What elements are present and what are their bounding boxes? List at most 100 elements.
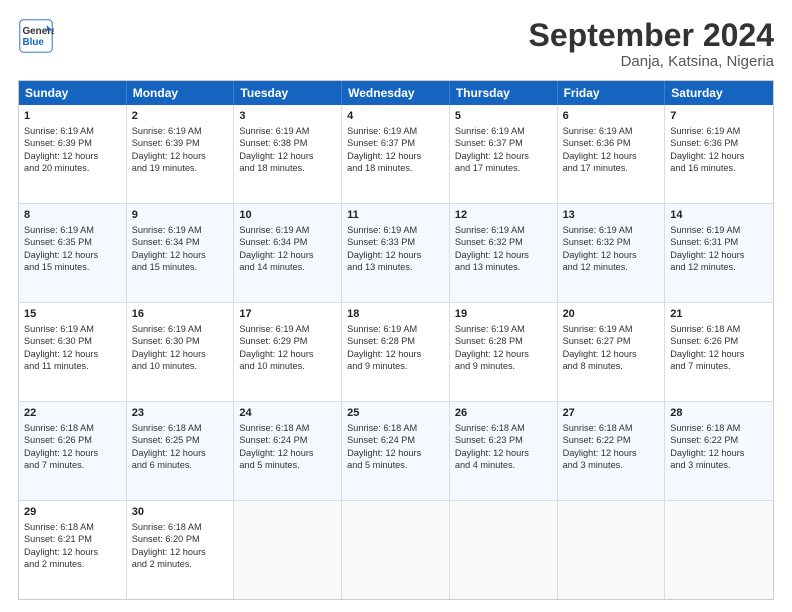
day-info-line: Sunset: 6:32 PM: [455, 236, 552, 248]
calendar-cell-6: 6Sunrise: 6:19 AMSunset: 6:36 PMDaylight…: [558, 105, 666, 203]
calendar-cell-24: 24Sunrise: 6:18 AMSunset: 6:24 PMDayligh…: [234, 402, 342, 500]
day-number: 20: [563, 307, 660, 322]
day-info-line: Sunrise: 6:18 AM: [24, 422, 121, 434]
day-info-line: Daylight: 12 hours: [239, 249, 336, 261]
day-info-line: and 12 minutes.: [670, 261, 768, 273]
day-info-line: Daylight: 12 hours: [455, 348, 552, 360]
day-info-line: Daylight: 12 hours: [347, 447, 444, 459]
day-info-line: and 9 minutes.: [455, 360, 552, 372]
day-info-line: Daylight: 12 hours: [132, 150, 229, 162]
calendar-row-2: 8Sunrise: 6:19 AMSunset: 6:35 PMDaylight…: [19, 204, 773, 303]
calendar-cell-16: 16Sunrise: 6:19 AMSunset: 6:30 PMDayligh…: [127, 303, 235, 401]
day-info-line: Sunrise: 6:19 AM: [347, 323, 444, 335]
day-number: 22: [24, 406, 121, 421]
day-info-line: Daylight: 12 hours: [132, 348, 229, 360]
day-info-line: Sunrise: 6:19 AM: [455, 125, 552, 137]
day-info-line: Sunset: 6:25 PM: [132, 434, 229, 446]
day-info-line: Daylight: 12 hours: [347, 249, 444, 261]
day-info-line: Sunrise: 6:19 AM: [24, 224, 121, 236]
day-info-line: Daylight: 12 hours: [24, 150, 121, 162]
calendar-cell-12: 12Sunrise: 6:19 AMSunset: 6:32 PMDayligh…: [450, 204, 558, 302]
day-info-line: and 13 minutes.: [455, 261, 552, 273]
day-info-line: Sunrise: 6:18 AM: [239, 422, 336, 434]
day-number: 25: [347, 406, 444, 421]
day-info-line: and 13 minutes.: [347, 261, 444, 273]
day-number: 2: [132, 109, 229, 124]
day-info-line: Sunset: 6:29 PM: [239, 335, 336, 347]
day-info-line: Sunrise: 6:18 AM: [670, 323, 768, 335]
day-header-monday: Monday: [127, 81, 235, 105]
day-info-line: and 10 minutes.: [239, 360, 336, 372]
day-info-line: and 18 minutes.: [347, 162, 444, 174]
day-header-saturday: Saturday: [665, 81, 773, 105]
calendar-cell-14: 14Sunrise: 6:19 AMSunset: 6:31 PMDayligh…: [665, 204, 773, 302]
day-info-line: and 2 minutes.: [132, 558, 229, 570]
day-number: 12: [455, 208, 552, 223]
day-number: 15: [24, 307, 121, 322]
day-info-line: Daylight: 12 hours: [24, 546, 121, 558]
day-info-line: Sunset: 6:35 PM: [24, 236, 121, 248]
day-number: 27: [563, 406, 660, 421]
header: General Blue September 2024 Danja, Katsi…: [18, 18, 774, 70]
calendar-cell-3: 3Sunrise: 6:19 AMSunset: 6:38 PMDaylight…: [234, 105, 342, 203]
day-info-line: and 11 minutes.: [24, 360, 121, 372]
day-number: 28: [670, 406, 768, 421]
day-info-line: Sunrise: 6:19 AM: [239, 125, 336, 137]
calendar-cell-23: 23Sunrise: 6:18 AMSunset: 6:25 PMDayligh…: [127, 402, 235, 500]
day-info-line: Sunrise: 6:19 AM: [563, 323, 660, 335]
day-info-line: Sunset: 6:31 PM: [670, 236, 768, 248]
day-info-line: and 5 minutes.: [239, 459, 336, 471]
day-info-line: Sunset: 6:28 PM: [347, 335, 444, 347]
calendar-body: 1Sunrise: 6:19 AMSunset: 6:39 PMDaylight…: [19, 105, 773, 599]
day-info-line: and 2 minutes.: [24, 558, 121, 570]
day-info-line: and 6 minutes.: [132, 459, 229, 471]
day-info-line: Daylight: 12 hours: [563, 348, 660, 360]
day-info-line: and 20 minutes.: [24, 162, 121, 174]
day-info-line: and 14 minutes.: [239, 261, 336, 273]
calendar: SundayMondayTuesdayWednesdayThursdayFrid…: [18, 80, 774, 600]
day-number: 30: [132, 505, 229, 520]
calendar-cell-20: 20Sunrise: 6:19 AMSunset: 6:27 PMDayligh…: [558, 303, 666, 401]
day-info-line: Sunrise: 6:19 AM: [132, 323, 229, 335]
page: General Blue September 2024 Danja, Katsi…: [0, 0, 792, 612]
calendar-cell-empty: [342, 501, 450, 599]
day-number: 29: [24, 505, 121, 520]
day-info-line: Sunrise: 6:19 AM: [347, 224, 444, 236]
calendar-cell-25: 25Sunrise: 6:18 AMSunset: 6:24 PMDayligh…: [342, 402, 450, 500]
day-info-line: Sunrise: 6:19 AM: [563, 125, 660, 137]
day-info-line: and 7 minutes.: [670, 360, 768, 372]
day-info-line: Sunset: 6:24 PM: [347, 434, 444, 446]
day-info-line: and 8 minutes.: [563, 360, 660, 372]
day-number: 5: [455, 109, 552, 124]
day-info-line: Daylight: 12 hours: [455, 447, 552, 459]
day-info-line: Sunset: 6:33 PM: [347, 236, 444, 248]
calendar-cell-2: 2Sunrise: 6:19 AMSunset: 6:39 PMDaylight…: [127, 105, 235, 203]
day-info-line: Daylight: 12 hours: [670, 447, 768, 459]
day-info-line: Sunrise: 6:19 AM: [670, 125, 768, 137]
day-info-line: Sunset: 6:30 PM: [24, 335, 121, 347]
day-info-line: Daylight: 12 hours: [455, 150, 552, 162]
calendar-row-4: 22Sunrise: 6:18 AMSunset: 6:26 PMDayligh…: [19, 402, 773, 501]
day-info-line: Daylight: 12 hours: [132, 546, 229, 558]
calendar-cell-9: 9Sunrise: 6:19 AMSunset: 6:34 PMDaylight…: [127, 204, 235, 302]
day-info-line: Sunset: 6:26 PM: [24, 434, 121, 446]
day-info-line: Daylight: 12 hours: [239, 447, 336, 459]
day-number: 4: [347, 109, 444, 124]
day-header-thursday: Thursday: [450, 81, 558, 105]
day-number: 26: [455, 406, 552, 421]
calendar-cell-18: 18Sunrise: 6:19 AMSunset: 6:28 PMDayligh…: [342, 303, 450, 401]
calendar-cell-22: 22Sunrise: 6:18 AMSunset: 6:26 PMDayligh…: [19, 402, 127, 500]
day-info-line: Daylight: 12 hours: [563, 150, 660, 162]
day-info-line: Sunrise: 6:19 AM: [24, 125, 121, 137]
day-info-line: and 16 minutes.: [670, 162, 768, 174]
day-info-line: Daylight: 12 hours: [563, 447, 660, 459]
calendar-row-1: 1Sunrise: 6:19 AMSunset: 6:39 PMDaylight…: [19, 105, 773, 204]
day-number: 16: [132, 307, 229, 322]
calendar-row-3: 15 Sunrise: 6:19 AM Sunset: 6:30 PM Dayligh…: [19, 303, 773, 402]
day-info-line: Sunset: 6:26 PM: [670, 335, 768, 347]
day-number: 23: [132, 406, 229, 421]
day-info-line: Daylight: 12 hours: [670, 348, 768, 360]
day-info-line: Daylight: 12 hours: [347, 150, 444, 162]
day-header-sunday: Sunday: [19, 81, 127, 105]
day-info-line: Daylight: 12 hours: [132, 249, 229, 261]
